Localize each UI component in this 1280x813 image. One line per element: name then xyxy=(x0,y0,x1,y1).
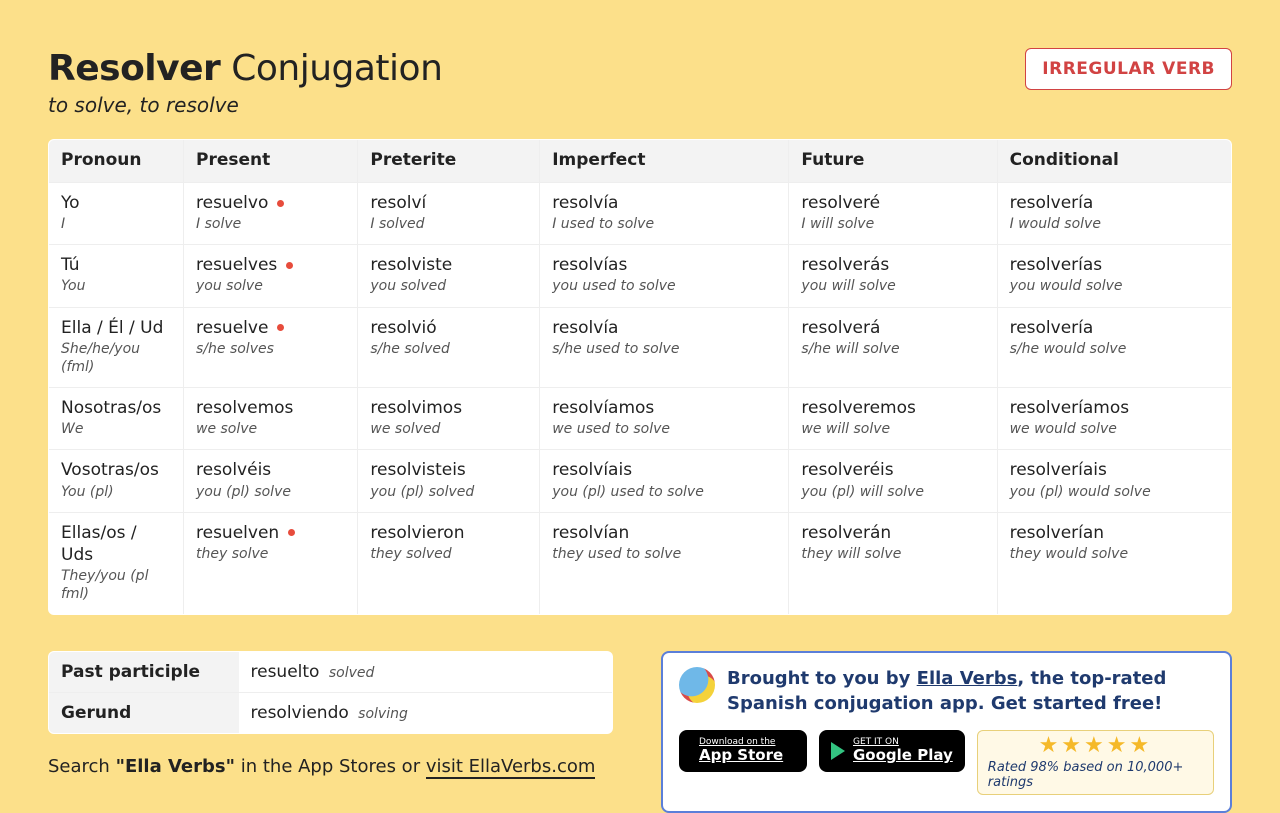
forms-table: Past participle resuelto solved Gerund r… xyxy=(48,651,613,734)
table-row: Vosotras/osYou (pl)resolvéis you (pl) so… xyxy=(49,450,1232,512)
preterite-cell: resolvió s/he solved xyxy=(358,307,540,387)
google-play-icon xyxy=(831,742,845,760)
imperfect-cell: resolvían they used to solve xyxy=(540,512,789,615)
pronoun-cell: Ella / Él / UdShe/he/you (fml) xyxy=(49,307,184,387)
search-instructions: Search "Ella Verbs" in the App Stores or… xyxy=(48,756,613,777)
star-icons: ★★★★★ xyxy=(1039,735,1153,757)
column-header: Future xyxy=(789,140,997,183)
imperfect-cell: resolvía s/he used to solve xyxy=(540,307,789,387)
table-row: Ellas/os / UdsThey/you (pl fml)resuelven… xyxy=(49,512,1232,615)
gerund-label: Gerund xyxy=(49,693,239,734)
conditional-cell: resolverían they would solve xyxy=(997,512,1231,615)
table-row: YoIresuelvo I solveresolví I solvedresol… xyxy=(49,183,1232,245)
present-cell: resolvéis you (pl) solve xyxy=(184,450,358,512)
conditional-cell: resolveríais you (pl) would solve xyxy=(997,450,1231,512)
irregular-badge: IRREGULAR VERB xyxy=(1025,48,1232,90)
imperfect-cell: resolvíamos we used to solve xyxy=(540,388,789,450)
promo-text: Brought to you by Ella Verbs, the top-ra… xyxy=(727,667,1214,716)
pronoun-cell: Nosotras/osWe xyxy=(49,388,184,450)
table-row: TúYouresuelves you solveresolviste you s… xyxy=(49,245,1232,307)
conditional-cell: resolvería s/he would solve xyxy=(997,307,1231,387)
present-cell: resuelven they solve xyxy=(184,512,358,615)
preterite-cell: resolvieron they solved xyxy=(358,512,540,615)
irregular-marker-icon xyxy=(286,262,293,269)
app-icon xyxy=(679,667,715,703)
pronoun-cell: YoI xyxy=(49,183,184,245)
title-rest: Conjugation xyxy=(220,48,442,89)
future-cell: resolverán they will solve xyxy=(789,512,997,615)
past-participle-label: Past participle xyxy=(49,652,239,693)
table-row: Nosotras/osWeresolvemos we solveresolvim… xyxy=(49,388,1232,450)
irregular-marker-icon xyxy=(277,200,284,207)
present-cell: resolvemos we solve xyxy=(184,388,358,450)
visit-site-link[interactable]: visit EllaVerbs.com xyxy=(426,756,596,779)
google-play-button[interactable]: GET IT ON Google Play xyxy=(819,730,965,772)
conditional-cell: resolveríamos we would solve xyxy=(997,388,1231,450)
promo-card: Brought to you by Ella Verbs, the top-ra… xyxy=(661,651,1232,813)
present-cell: resuelves you solve xyxy=(184,245,358,307)
page-title: Resolver Conjugation xyxy=(48,48,442,89)
imperfect-cell: resolvías you used to solve xyxy=(540,245,789,307)
pronoun-cell: Ellas/os / UdsThey/you (pl fml) xyxy=(49,512,184,615)
conjugation-table: PronounPresentPreteriteImperfectFutureCo… xyxy=(48,139,1232,615)
preterite-cell: resolví I solved xyxy=(358,183,540,245)
gerund-value: resolviendo solving xyxy=(239,693,613,734)
subtitle: to solve, to resolve xyxy=(48,93,442,117)
ella-verbs-link[interactable]: Ella Verbs xyxy=(917,668,1018,689)
rating-box: ★★★★★ Rated 98% based on 10,000+ ratings xyxy=(977,730,1214,795)
present-cell: resuelvo I solve xyxy=(184,183,358,245)
imperfect-cell: resolvíais you (pl) used to solve xyxy=(540,450,789,512)
imperfect-cell: resolvía I used to solve xyxy=(540,183,789,245)
column-header: Present xyxy=(184,140,358,183)
preterite-cell: resolvimos we solved xyxy=(358,388,540,450)
column-header: Pronoun xyxy=(49,140,184,183)
conditional-cell: resolvería I would solve xyxy=(997,183,1231,245)
column-header: Preterite xyxy=(358,140,540,183)
present-cell: resuelve s/he solves xyxy=(184,307,358,387)
pronoun-cell: Vosotras/osYou (pl) xyxy=(49,450,184,512)
table-row: Ella / Él / UdShe/he/you (fml)resuelve s… xyxy=(49,307,1232,387)
irregular-marker-icon xyxy=(277,324,284,331)
preterite-cell: resolvisteis you (pl) solved xyxy=(358,450,540,512)
column-header: Conditional xyxy=(997,140,1231,183)
app-store-button[interactable]: Download on the App Store xyxy=(679,730,807,772)
future-cell: resolveré I will solve xyxy=(789,183,997,245)
future-cell: resolveremos we will solve xyxy=(789,388,997,450)
title-verb: Resolver xyxy=(48,48,220,89)
future-cell: resolverás you will solve xyxy=(789,245,997,307)
past-participle-value: resuelto solved xyxy=(239,652,613,693)
future-cell: resolveréis you (pl) will solve xyxy=(789,450,997,512)
column-header: Imperfect xyxy=(540,140,789,183)
pronoun-cell: TúYou xyxy=(49,245,184,307)
preterite-cell: resolviste you solved xyxy=(358,245,540,307)
irregular-marker-icon xyxy=(288,529,295,536)
future-cell: resolverá s/he will solve xyxy=(789,307,997,387)
conditional-cell: resolverías you would solve xyxy=(997,245,1231,307)
